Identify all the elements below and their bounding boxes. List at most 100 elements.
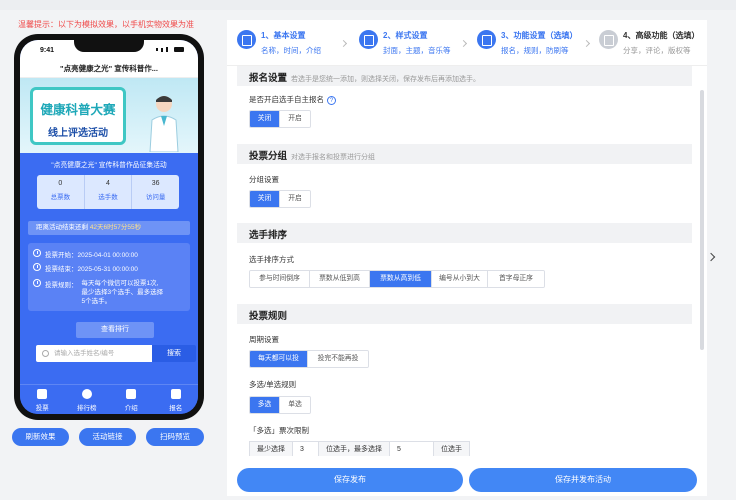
limit-field-label: 「多选」票次限制: [249, 426, 309, 435]
vertical-scrollbar[interactable]: [700, 90, 704, 350]
vote-start-line: 投票开始：2025-04-01 00:00:00: [33, 249, 138, 259]
stats-box: 0 总票数 4 选手数 36 访问量: [37, 175, 179, 209]
mode-multi[interactable]: 多选: [250, 397, 280, 413]
stat-label: 选手数: [98, 194, 118, 201]
vote-limit-row: 最少选择 3 位选手，最多选择 5 位选手: [249, 441, 470, 456]
option-off[interactable]: 关闭: [250, 191, 280, 207]
step-style[interactable]: 2、样式设置 封面，主题，音乐等: [359, 30, 451, 56]
period-daily[interactable]: 每天都可以投: [250, 351, 308, 367]
settings-scroll: 报名设置 若选手是您统一添加，则选择关闭，保存发布后再添加选手。 是否开启选手自主…: [237, 66, 692, 456]
step-advanced[interactable]: 4、高级功能（选填） 分享，评论，版权等: [599, 30, 699, 56]
tab-label: 介绍: [124, 405, 138, 412]
stat-value: 0: [58, 180, 63, 187]
vote-rule-prefix: 投票规则：: [45, 282, 78, 289]
sort-number-asc[interactable]: 编号从小到大: [432, 271, 488, 287]
option-on[interactable]: 开启: [280, 111, 310, 127]
help-icon[interactable]: ?: [327, 95, 336, 105]
step-function[interactable]: 3、功能设置（选填） 报名，规则，防刷等: [477, 30, 577, 56]
step-title: 3、功能设置（选填）: [501, 31, 578, 40]
search-input[interactable]: 请输入选手姓名/编号: [36, 345, 152, 362]
countdown-value: 42天6时57分55秒: [89, 224, 142, 231]
edit-icon: [170, 389, 181, 399]
sort-time-desc[interactable]: 参与时间倒序: [250, 271, 310, 287]
vote-rule-line: 投票规则： 每天每个微信可以投票1次, 最少选择3个选手、最多选择 5个选手。: [33, 279, 163, 306]
save-publish-button[interactable]: 保存发布: [237, 468, 463, 492]
qr-preview-button[interactable]: 扫码预览: [146, 428, 204, 446]
step-basic[interactable]: 1、基本设置 名称，时间，介绍: [237, 30, 321, 56]
phone-tabbar: 投票 排行榜 介绍 报名: [20, 384, 198, 414]
step-title: 1、基本设置: [261, 31, 306, 40]
stat-value: 36: [151, 180, 160, 187]
vote-info-box: 投票开始：2025-04-01 00:00:00 投票结束：2025-05-31…: [28, 243, 190, 311]
limit-end-label: 位选手: [434, 442, 469, 456]
group-field-label: 分组设置: [249, 175, 279, 184]
banner-panel: 健康科普大赛 线上评选活动: [30, 87, 126, 145]
doctor-illustration-icon: [149, 96, 179, 152]
edit-icon: [359, 30, 378, 49]
status-bar: 9:41: [20, 40, 198, 60]
mode-single[interactable]: 单选: [280, 397, 310, 413]
step-title: 4、高级功能（选填）: [623, 31, 700, 40]
stat-visits: 36 访问量: [132, 175, 179, 209]
countdown-bar: 距离活动结束还剩 42天6时57分55秒: [28, 221, 190, 235]
period-field-label: 周期设置: [249, 335, 279, 344]
chevron-right-icon: [339, 39, 348, 48]
tab-vote[interactable]: 投票: [20, 385, 65, 414]
section-desc: 若选手是您统一添加，则选择关闭，保存发布后再添加选手。: [291, 76, 481, 83]
stat-label: 访问量: [145, 194, 166, 201]
mode-field-label: 多选/单选规则: [249, 380, 297, 389]
book-icon: [126, 389, 137, 399]
field-label: 是否开启选手自主报名: [249, 95, 324, 104]
sort-votes-desc[interactable]: 票数从高到低: [370, 271, 432, 287]
status-time: 9:41: [40, 47, 55, 54]
rule-line: 5个选手。: [81, 298, 112, 305]
banner-title: 健康科普大赛: [40, 103, 116, 117]
limit-max-input[interactable]: 5: [390, 442, 434, 456]
ranking-icon: [81, 389, 92, 399]
sort-votes-asc[interactable]: 票数从低到高: [310, 271, 370, 287]
period-once[interactable]: 投完不能再投: [308, 351, 368, 367]
sort-initial-asc[interactable]: 首字母正序: [488, 271, 544, 287]
clock-icon: [33, 249, 41, 257]
phone-screen: 9:41 "点亮健康之光" 宣传科普作... 健康科普大赛 线上评选活动 "点亮…: [20, 40, 198, 414]
phone-notch: [74, 40, 144, 52]
option-on[interactable]: 开启: [280, 191, 310, 207]
activity-subtitle: "点亮健康之光" 宣传科普作品征集活动: [51, 162, 167, 169]
rule-line: 最少选择3个选手、最多选择: [81, 289, 164, 296]
chevron-right-icon: [582, 39, 591, 48]
section-title: 投票规则: [249, 311, 288, 322]
step-bar: 1、基本设置 名称，时间，介绍 2、样式设置 封面，主题，音乐等 3、功能设置（选填…: [227, 20, 707, 66]
signal-icon: [156, 47, 184, 52]
stat-players: 4 选手数: [85, 175, 133, 209]
section-sort: 选手排序: [237, 223, 692, 243]
stat-label: 总票数: [50, 194, 71, 201]
info-icon: [33, 279, 41, 287]
top-bar: [0, 0, 736, 10]
vote-rule-text: 每天每个微信可以投票1次, 最少选择3个选手、最多选择 5个选手。: [82, 279, 164, 306]
tab-label: 排行榜: [77, 405, 97, 412]
activity-link-button[interactable]: 活动链接: [79, 428, 136, 446]
edit-icon: [237, 30, 256, 49]
tab-ranking[interactable]: 排行榜: [65, 385, 110, 414]
chevron-right-icon[interactable]: [706, 252, 716, 262]
sort-options: 参与时间倒序 票数从低到高 票数从高到低 编号从小到大 首字母正序: [249, 270, 545, 288]
signup-toggle: 关闭 开启: [249, 110, 311, 128]
player-search: 请输入选手姓名/编号 搜索: [36, 345, 196, 362]
search-button[interactable]: 搜索: [152, 345, 196, 362]
phone-preview: 9:41 "点亮健康之光" 宣传科普作... 健康科普大赛 线上评选活动 "点亮…: [14, 34, 204, 420]
step-sub: 封面，主题，音乐等: [383, 46, 451, 55]
countdown-prefix: 距离活动结束还剩: [36, 224, 88, 231]
clock-icon: [33, 263, 41, 271]
tab-signup[interactable]: 报名: [154, 385, 199, 414]
view-ranking-button[interactable]: 查看排行: [76, 322, 154, 338]
period-options: 每天都可以投 投完不能再投: [249, 350, 369, 368]
limit-min-input[interactable]: 3: [293, 442, 319, 456]
settings-panel: 1、基本设置 名称，时间，介绍 2、样式设置 封面，主题，音乐等 3、功能设置（选填…: [227, 20, 707, 496]
tab-intro[interactable]: 介绍: [109, 385, 154, 414]
refresh-preview-button[interactable]: 刷新效果: [12, 428, 69, 446]
home-icon: [37, 389, 48, 399]
save-and-publish-activity-button[interactable]: 保存并发布活动: [469, 468, 697, 492]
section-group: 投票分组 对选手报名和投票进行分组: [237, 144, 692, 164]
option-off[interactable]: 关闭: [250, 111, 280, 127]
rule-line: 每天每个微信可以投票1次,: [81, 280, 159, 287]
